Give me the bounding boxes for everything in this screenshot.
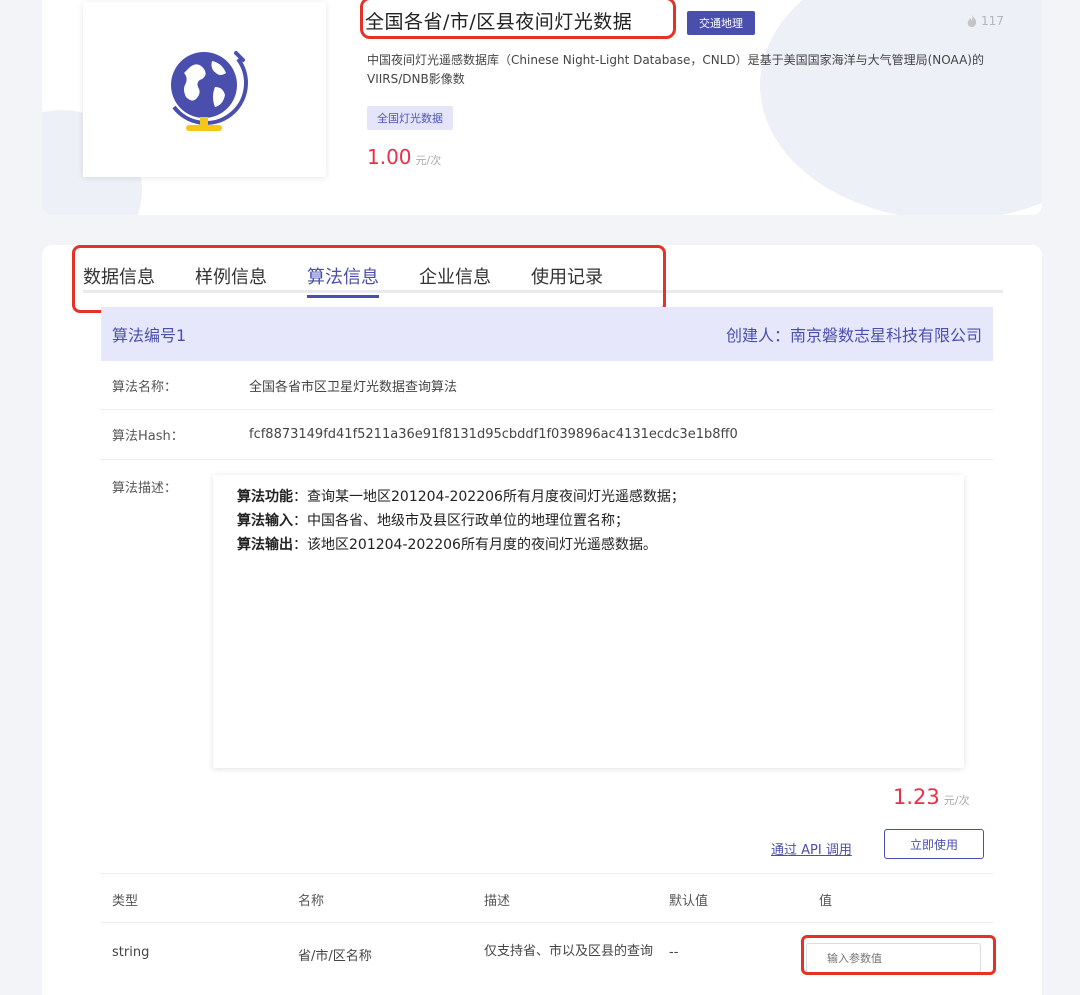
api-call-link[interactable]: 通过 API 调用 — [771, 839, 852, 858]
algorithm-hash-label: 算法Hash： — [112, 429, 184, 444]
price-value: 1.00 — [367, 145, 412, 169]
algorithm-name-label: 算法名称： — [112, 379, 178, 395]
algorithm-creator: 创建人：南京磐数志星科技有限公司 — [725, 326, 982, 345]
algorithm-panel: 算法编号1 创建人：南京磐数志星科技有限公司 算法名称： 全国各省市区卫星灯光数… — [101, 307, 996, 995]
title-highlight-box — [360, 0, 676, 39]
hot-count-value: 117 — [981, 14, 1004, 28]
product-price: 1.00 元/次 — [367, 145, 441, 169]
product-description: 中国夜间灯光遥感数据库（Chinese Night-Light Database… — [367, 53, 984, 86]
desc-key: 算法功能 — [237, 489, 293, 505]
algorithm-price-value: 1.23 — [893, 785, 940, 809]
algorithm-description: 算法功能：查询某一地区201204-202206所有月度夜间灯光遥感数据； 算法… — [213, 475, 964, 768]
product-card: 全国各省/市/区县夜间灯光数据 交通地理 117 中国夜间灯光遥感数据库（Chi… — [42, 0, 1042, 215]
param-desc: 仅支持省、市以及区县的查询 — [484, 944, 654, 959]
param-name: 省/市/区名称 — [298, 949, 372, 964]
algorithm-number: 算法编号1 — [112, 326, 187, 345]
decor-circle — [760, 0, 1042, 215]
desc-key: 算法输入 — [237, 513, 293, 529]
category-tag[interactable]: 交通地理 — [687, 11, 755, 35]
algorithm-hash-row: 算法Hash： fcf8873149fd41f5211a36e91f8131d9… — [101, 410, 993, 460]
globe-icon — [170, 50, 248, 131]
algorithm-price: 1.23 元/次 — [893, 785, 969, 809]
desc-text: ：中国各省、地级市及县区行政单位的地理位置名称； — [293, 513, 629, 529]
param-default: -- — [669, 945, 679, 960]
param-type: string — [112, 945, 150, 960]
desc-line: 算法功能：查询某一地区201204-202206所有月度夜间灯光遥感数据； — [237, 485, 940, 509]
algorithm-desc-label: 算法描述： — [112, 481, 178, 496]
desc-text: ：查询某一地区201204-202206所有月度夜间灯光遥感数据； — [293, 489, 685, 505]
hot-count: 117 — [967, 14, 1004, 28]
algorithm-name: 全国各省市区卫星灯光数据查询算法 — [249, 379, 458, 395]
desc-text: ：该地区201204-202206所有月度的夜间灯光遥感数据。 — [293, 537, 657, 553]
algorithm-name-row: 算法名称： 全国各省市区卫星灯光数据查询算法 — [101, 361, 993, 410]
use-now-button[interactable]: 立即使用 — [884, 829, 984, 859]
table-row: string 省/市/区名称 仅支持省、市以及区县的查询 -- — [101, 923, 996, 995]
col-value: 值 — [819, 894, 833, 909]
price-unit: 元/次 — [415, 154, 442, 167]
algorithm-header: 算法编号1 创建人：南京磐数志星科技有限公司 — [101, 307, 993, 361]
col-default: 默认值 — [669, 894, 709, 909]
desc-line: 算法输入：中国各省、地级市及县区行政单位的地理位置名称； — [237, 509, 940, 533]
params-table-header: 类型 名称 描述 默认值 值 — [101, 873, 993, 923]
product-thumbnail[interactable] — [83, 2, 326, 177]
col-desc: 描述 — [484, 894, 511, 909]
algorithm-hash: fcf8873149fd41f5211a36e91f8131d95cbddf1f… — [249, 427, 738, 442]
desc-line: 算法输出：该地区201204-202206所有月度的夜间灯光遥感数据。 — [237, 533, 940, 557]
flame-icon — [967, 15, 977, 27]
col-name: 名称 — [298, 894, 325, 909]
desc-key: 算法输出 — [237, 537, 293, 553]
sub-tag[interactable]: 全国灯光数据 — [367, 106, 453, 130]
algorithm-price-unit: 元/次 — [943, 794, 970, 807]
tabs-highlight-box — [72, 245, 666, 313]
detail-card: 数据信息 样例信息 算法信息 企业信息 使用记录 算法编号1 创建人：南京磐数志… — [42, 245, 1042, 995]
param-value-input[interactable] — [806, 943, 981, 973]
col-type: 类型 — [112, 894, 139, 909]
